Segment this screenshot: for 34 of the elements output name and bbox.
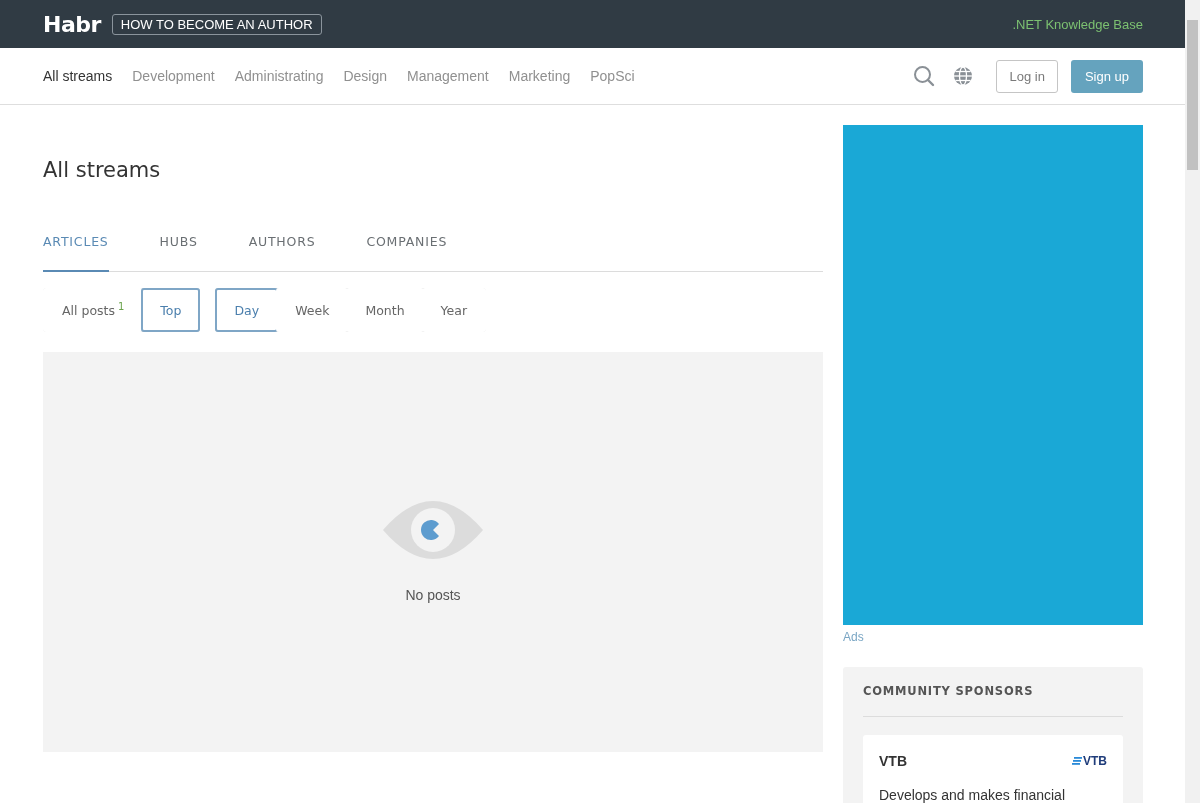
tab[interactable]: AUTHORS (248, 234, 316, 272)
eye-icon (383, 501, 483, 559)
tab[interactable]: COMPANIES (366, 234, 448, 272)
page-title: All streams (43, 158, 162, 182)
globe-icon[interactable] (953, 66, 974, 86)
empty-message: No posts (405, 587, 461, 603)
tab[interactable]: HUBS (159, 234, 198, 272)
knowledge-base-link[interactable]: .NET Knowledge Base (1012, 16, 1143, 32)
sponsor-logo: VTB (1072, 754, 1107, 768)
period-button[interactable]: Year (421, 288, 487, 332)
nav-link[interactable]: Management (407, 68, 489, 84)
sponsors-title: COMMUNITY SPONSORS (863, 684, 1123, 717)
nav-link[interactable]: All streams (43, 68, 113, 84)
period-button[interactable]: Week (276, 288, 349, 332)
login-button[interactable]: Log in (996, 59, 1058, 93)
filter-button[interactable]: All posts $^{1}$ (43, 288, 144, 332)
nav-link[interactable]: Development (132, 68, 215, 84)
nav-link[interactable]: Design (343, 68, 388, 84)
scrollbar[interactable] (1185, 0, 1200, 803)
nav-link[interactable]: Administrating (234, 68, 324, 84)
period-button[interactable]: Day (215, 288, 279, 332)
search-icon[interactable] (913, 65, 936, 87)
become-author-link[interactable]: HOW TO BECOME AN AUTHOR (111, 13, 322, 35)
period-button[interactable]: Month (346, 288, 424, 332)
tab[interactable]: ARTICLES (43, 234, 109, 272)
sponsor-card[interactable]: VTB VTB Develops and makes financial (863, 735, 1123, 803)
sponsor-description: Develops and makes financial (879, 787, 1066, 803)
habr-logo[interactable]: Habr (43, 11, 101, 37)
sponsor-name: VTB (879, 753, 907, 769)
filter-button[interactable]: Top (141, 288, 201, 332)
nav-link[interactable]: PopSci (590, 68, 635, 84)
signup-button[interactable]: Sign up (1070, 59, 1143, 93)
nav-link[interactable]: Marketing (508, 68, 571, 84)
ads-label[interactable]: Ads (843, 630, 1143, 644)
